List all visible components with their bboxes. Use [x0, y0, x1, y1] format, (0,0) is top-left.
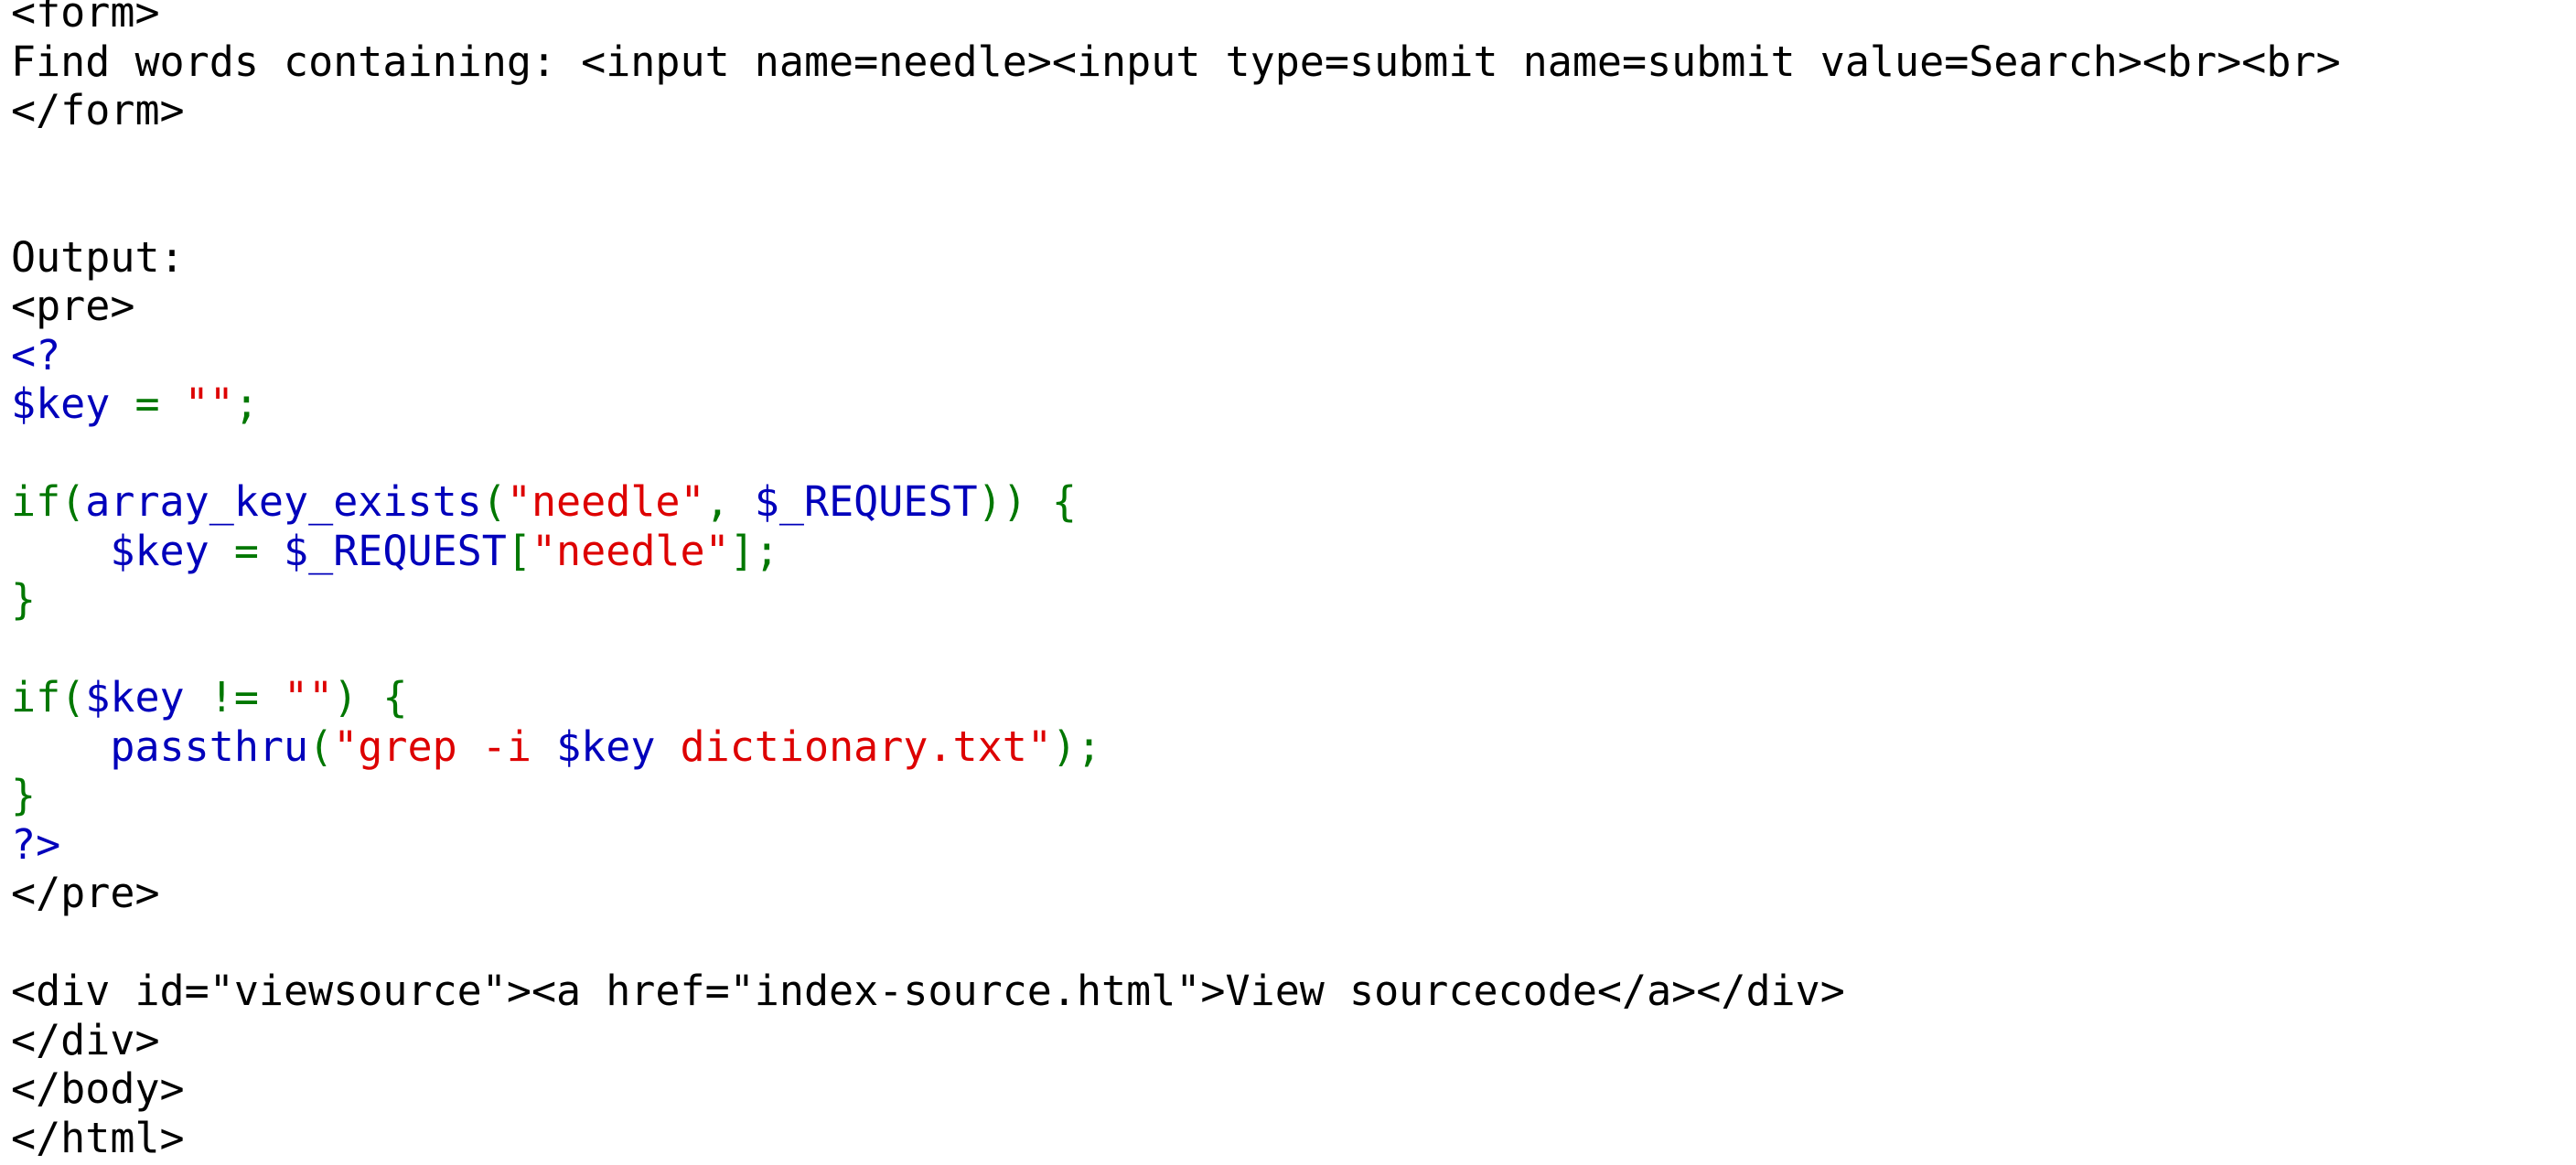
code-line: passthru("grep -i $key dictionary.txt");: [11, 722, 2341, 772]
code-token: Find words containing: <input name=needl…: [11, 37, 2341, 86]
code-token: $_REQUEST: [284, 526, 507, 575]
code-line: }: [11, 575, 2341, 625]
code-token: }: [11, 575, 37, 624]
code-token: )) {: [977, 477, 1078, 526]
code-line: Output:: [11, 233, 2341, 283]
code-token: <div id="viewsource"><a href="index-sour…: [11, 967, 1845, 1015]
code-token: ) {: [333, 673, 408, 721]
code-line: }: [11, 771, 2341, 820]
code-line: </div>: [11, 1016, 2341, 1065]
code-token: passthru: [110, 721, 309, 771]
code-line: Find words containing: <input name=needl…: [11, 37, 2341, 87]
code-token: !=: [184, 673, 284, 721]
code-token: );: [1051, 721, 1102, 771]
code-token: ;: [233, 379, 259, 428]
code-line: </pre>: [11, 869, 2341, 918]
code-token: =: [110, 379, 185, 428]
code-token: (: [481, 477, 507, 526]
code-token: "": [284, 673, 334, 721]
source-code-view: <form> Find words containing: <input name…: [11, 0, 2341, 1162]
code-token: "needle": [531, 526, 730, 575]
code-token: "needle": [506, 477, 705, 526]
code-token: Output:: [11, 232, 185, 282]
code-token: $_REQUEST: [754, 477, 978, 526]
code-token: $key: [85, 673, 185, 721]
code-token: $key: [11, 379, 111, 428]
code-line: </html>: [11, 1114, 2341, 1163]
code-token: </div>: [11, 1015, 160, 1064]
code-token: </form>: [11, 86, 185, 134]
code-token: </pre>: [11, 869, 160, 917]
code-line: </body>: [11, 1064, 2341, 1114]
code-token: "": [184, 379, 234, 428]
code-token: ,: [704, 477, 755, 526]
code-line: <pre>: [11, 282, 2341, 331]
code-token: ?>: [11, 819, 61, 869]
code-line: </form>: [11, 86, 2341, 135]
code-token: "grep -i: [333, 721, 557, 771]
code-token: <pre>: [11, 282, 135, 330]
code-token: <form>: [11, 0, 160, 37]
code-token: array_key_exists: [85, 477, 482, 526]
code-line: $key = "";: [11, 379, 2341, 429]
code-line: <form>: [11, 0, 2341, 37]
code-line: $key = $_REQUEST["needle"];: [11, 527, 2341, 576]
code-line: if($key != "") {: [11, 673, 2341, 722]
code-line: <div id="viewsource"><a href="index-sour…: [11, 967, 2341, 1016]
code-token: if(: [11, 673, 86, 721]
code-token: $key: [110, 526, 209, 575]
code-token: if(: [11, 477, 86, 526]
code-token: </body>: [11, 1064, 185, 1113]
code-token: $key: [556, 721, 656, 771]
code-line: if(array_key_exists("needle", $_REQUEST)…: [11, 477, 2341, 527]
code-token: dictionary.txt": [655, 721, 1052, 771]
code-token: ];: [729, 526, 779, 575]
code-token: =: [209, 526, 284, 575]
code-token: <?: [11, 330, 61, 379]
code-token: </html>: [11, 1113, 185, 1162]
code-token: [: [506, 526, 531, 575]
code-line: ?>: [11, 820, 2341, 870]
code-token: }: [11, 771, 37, 819]
code-token: (: [308, 721, 334, 771]
code-line: <?: [11, 331, 2341, 380]
